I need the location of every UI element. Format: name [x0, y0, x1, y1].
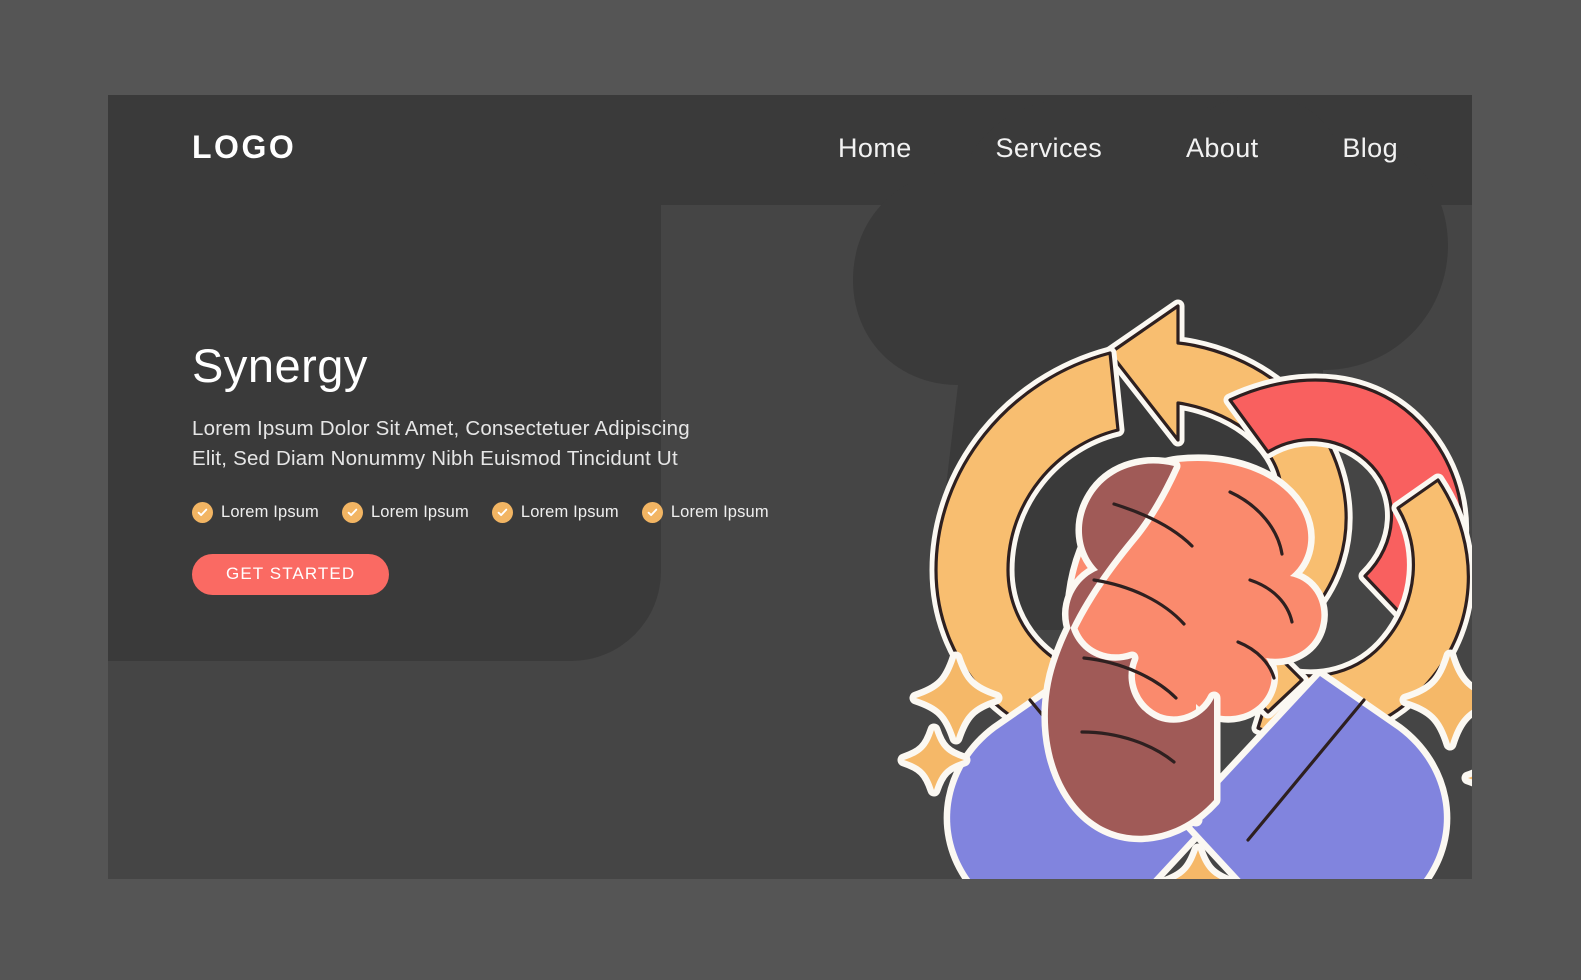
- nav-item-about[interactable]: About: [1186, 133, 1259, 164]
- check-circle-icon: [491, 501, 513, 523]
- page-title: Synergy: [192, 339, 368, 392]
- logo[interactable]: LOGO: [192, 129, 296, 166]
- feature-item: Lorem Ipsum: [341, 501, 469, 523]
- sparkle-star-4: [1461, 769, 1472, 787]
- hero-subtitle-line-2: Elit, Sed Diam Nonummy Nibh Euismod Tinc…: [192, 446, 678, 470]
- site-header: LOGO Home Services About Blog: [108, 95, 1472, 210]
- page-root: LOGO Home Services About Blog Synergy Lo…: [0, 0, 1581, 980]
- get-started-button[interactable]: GET STARTED: [192, 553, 390, 595]
- nav-item-blog[interactable]: Blog: [1342, 133, 1398, 164]
- handshake-illustration: .ow { stroke:#fbf8f2; stroke-width:13; s…: [878, 280, 1472, 879]
- feature-label: Lorem Ipsum: [670, 502, 769, 521]
- feature-list: Lorem Ipsum Lorem Ipsum Lorem Ipsum Lore…: [192, 501, 769, 523]
- hero-content: Synergy Lorem Ipsum Dolor Sit Amet, Cons…: [192, 339, 769, 595]
- feature-label: Lorem Ipsum: [370, 502, 469, 521]
- check-circle-icon: [192, 501, 213, 523]
- nav-item-services[interactable]: Services: [995, 133, 1102, 164]
- hero-card: LOGO Home Services About Blog Synergy Lo…: [108, 95, 1472, 879]
- hero-subtitle-line-1: Lorem Ipsum Dolor Sit Amet, Consectetuer…: [192, 416, 690, 440]
- feature-label: Lorem Ipsum: [221, 502, 319, 521]
- main-navigation: Home Services About Blog: [838, 133, 1398, 164]
- feature-item: Lorem Ipsum: [641, 501, 769, 523]
- feature-item: Lorem Ipsum: [192, 501, 319, 523]
- check-circle-icon: [341, 501, 363, 523]
- feature-label: Lorem Ipsum: [520, 502, 619, 521]
- nav-item-home[interactable]: Home: [838, 133, 912, 164]
- feature-item: Lorem Ipsum: [491, 501, 619, 523]
- check-circle-icon: [641, 501, 663, 523]
